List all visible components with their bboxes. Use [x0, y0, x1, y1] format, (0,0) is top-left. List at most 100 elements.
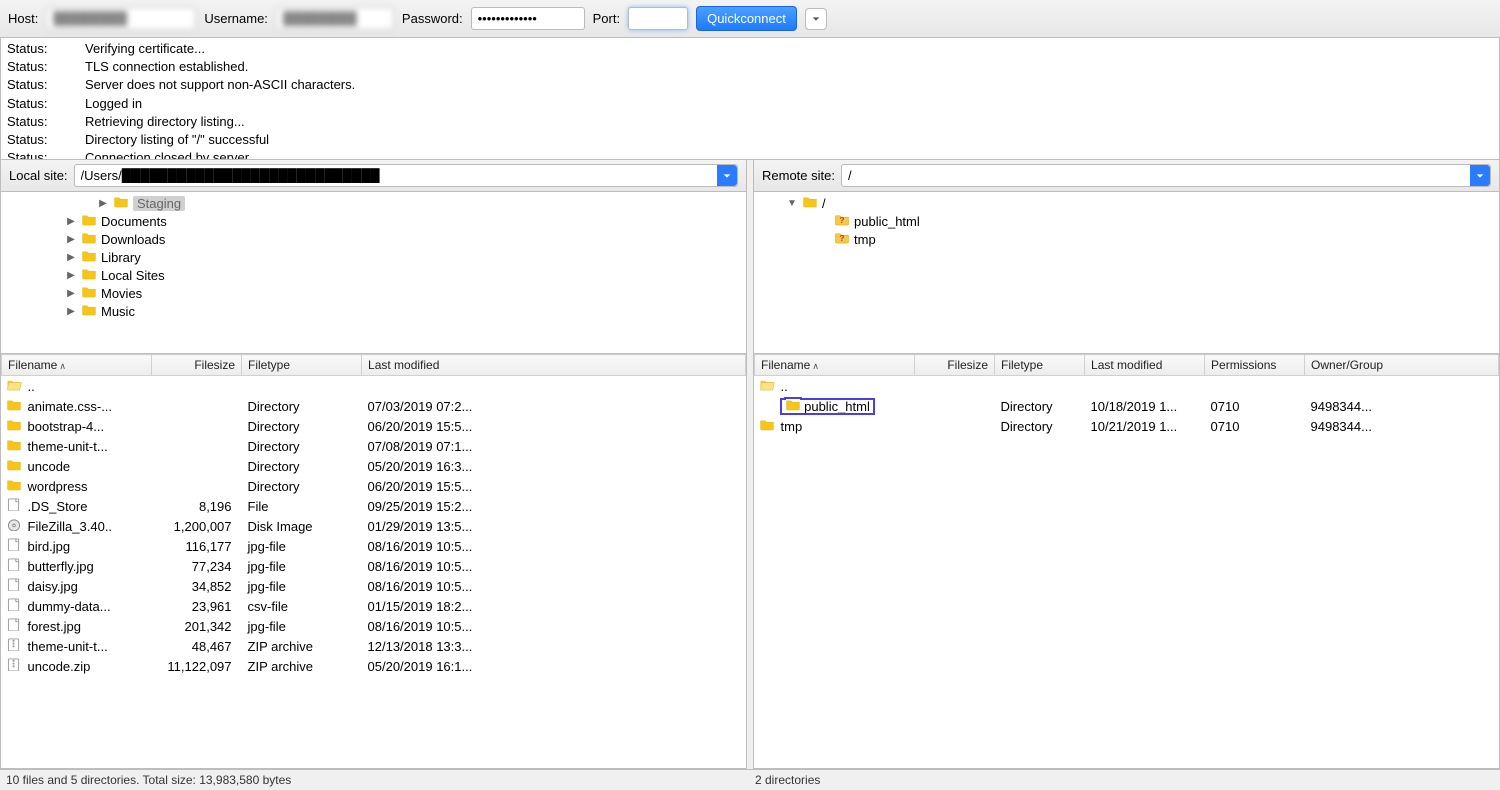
tree-item[interactable]: ▶Library [1, 248, 746, 266]
remote-filelist[interactable]: Filename∧ Filesize Filetype Last modifie… [754, 354, 1499, 768]
username-input[interactable] [276, 7, 394, 30]
status-row: Status:Server does not support non-ASCII… [7, 76, 1493, 94]
file-row[interactable]: butterfly.jpg 77,234 jpg-file 08/16/2019… [2, 556, 746, 576]
remote-site-label: Remote site: [762, 168, 835, 183]
file-icon [755, 376, 775, 397]
file-row[interactable]: theme-unit-t... 48,467 ZIP archive 12/13… [2, 636, 746, 656]
chevron-down-icon [1475, 171, 1485, 181]
file-icon [755, 396, 775, 416]
folder-icon [81, 267, 97, 283]
remote-site-combo[interactable] [841, 164, 1491, 187]
chevron-down-icon [722, 171, 732, 181]
folder-icon [113, 195, 129, 211]
chevron-down-icon [811, 14, 821, 24]
col-modified[interactable]: Last modified [362, 355, 746, 376]
status-row: Status:TLS connection established. [7, 58, 1493, 76]
status-row: Status:Directory listing of "/" successf… [7, 131, 1493, 149]
tree-item[interactable]: ▶Movies [1, 284, 746, 302]
col-modified[interactable]: Last modified [1085, 355, 1205, 376]
col-filename[interactable]: Filename∧ [755, 355, 915, 376]
status-log: Status:Verifying certificate...Status:TL… [0, 38, 1500, 160]
tree-item[interactable]: ▼/ [754, 194, 1499, 212]
status-row: Status:Verifying certificate... [7, 40, 1493, 58]
col-filesize[interactable]: Filesize [915, 355, 995, 376]
port-label: Port: [593, 11, 620, 26]
host-input[interactable] [46, 7, 196, 30]
local-tree[interactable]: ▶Staging▶Documents▶Downloads▶Library▶Loc… [1, 192, 746, 354]
file-icon [755, 416, 775, 436]
folder-icon [802, 195, 818, 211]
col-filetype[interactable]: Filetype [995, 355, 1085, 376]
file-row[interactable]: forest.jpg 201,342 jpg-file 08/16/2019 1… [2, 616, 746, 636]
col-filetype[interactable]: Filetype [242, 355, 362, 376]
file-icon [2, 616, 22, 636]
folder-icon [834, 213, 850, 229]
file-row[interactable]: animate.css-... Directory 07/03/2019 07:… [2, 396, 746, 416]
file-icon [2, 496, 22, 516]
tree-item[interactable]: public_html [754, 212, 1499, 230]
file-icon [2, 556, 22, 576]
tree-item[interactable]: ▶Staging [1, 194, 746, 212]
tree-item[interactable]: ▶Downloads [1, 230, 746, 248]
folder-icon [81, 285, 97, 301]
col-permissions[interactable]: Permissions [1205, 355, 1305, 376]
quickconnect-history-button[interactable] [805, 8, 827, 30]
file-row[interactable]: .. [755, 376, 1499, 397]
local-site-combo[interactable] [74, 164, 738, 187]
password-label: Password: [402, 11, 463, 26]
local-site-input[interactable] [75, 165, 717, 186]
local-pane: Local site: ▶Staging▶Documents▶Downloads… [0, 160, 747, 769]
status-row: Status:Retrieving directory listing... [7, 113, 1493, 131]
file-icon [2, 576, 22, 596]
file-row[interactable]: uncode.zip 11,122,097 ZIP archive 05/20/… [2, 656, 746, 676]
local-filelist[interactable]: Filename∧ Filesize Filetype Last modifie… [1, 354, 746, 768]
quickconnect-button[interactable]: Quickconnect [696, 6, 797, 31]
remote-site-dropdown[interactable] [1470, 165, 1490, 186]
file-icon [2, 456, 22, 476]
tree-item[interactable]: tmp [754, 230, 1499, 248]
file-icon [2, 396, 22, 416]
local-site-label: Local site: [9, 168, 68, 183]
remote-site-input[interactable] [842, 165, 1470, 186]
file-row[interactable]: tmp Directory 10/21/2019 1...07109498344… [755, 416, 1499, 436]
file-row[interactable]: wordpress Directory 06/20/2019 15:5... [2, 476, 746, 496]
file-row[interactable]: .. [2, 376, 746, 397]
host-label: Host: [8, 11, 38, 26]
col-filesize[interactable]: Filesize [152, 355, 242, 376]
col-owner[interactable]: Owner/Group [1305, 355, 1499, 376]
folder-icon [834, 231, 850, 247]
file-icon [2, 596, 22, 616]
col-filename[interactable]: Filename∧ [2, 355, 152, 376]
file-row[interactable]: daisy.jpg 34,852 jpg-file 08/16/2019 10:… [2, 576, 746, 596]
file-row[interactable]: dummy-data... 23,961 csv-file 01/15/2019… [2, 596, 746, 616]
folder-icon [81, 231, 97, 247]
file-icon [2, 476, 22, 496]
password-input[interactable] [471, 7, 585, 30]
file-icon [2, 376, 22, 397]
tree-item[interactable]: ▶Local Sites [1, 266, 746, 284]
username-label: Username: [204, 11, 268, 26]
tree-item[interactable]: ▶Documents [1, 212, 746, 230]
file-row[interactable]: theme-unit-t... Directory 07/08/2019 07:… [2, 436, 746, 456]
file-row[interactable]: bootstrap-4... Directory 06/20/2019 15:5… [2, 416, 746, 436]
remote-pane: Remote site: ▼/public_htmltmp Filename∧ … [753, 160, 1500, 769]
local-site-dropdown[interactable] [717, 165, 737, 186]
file-row[interactable]: public_html Directory 10/18/2019 1...071… [755, 396, 1499, 416]
status-row: Status:Logged in [7, 95, 1493, 113]
folder-icon [81, 249, 97, 265]
file-row[interactable]: FileZilla_3.40.. 1,200,007 Disk Image 01… [2, 516, 746, 536]
file-row[interactable]: bird.jpg 116,177 jpg-file 08/16/2019 10:… [2, 536, 746, 556]
status-row: Status:Connection closed by server [7, 149, 1493, 160]
file-row[interactable]: uncode Directory 05/20/2019 16:3... [2, 456, 746, 476]
file-icon [2, 636, 22, 656]
remote-tree[interactable]: ▼/public_htmltmp [754, 192, 1499, 354]
file-row[interactable]: .DS_Store 8,196 File 09/25/2019 15:2... [2, 496, 746, 516]
file-icon [2, 416, 22, 436]
folder-icon [81, 303, 97, 319]
tree-item[interactable]: ▶Music [1, 302, 746, 320]
connection-toolbar: Host: Username: Password: Port: Quickcon… [0, 0, 1500, 38]
port-input[interactable] [628, 7, 688, 30]
file-icon [2, 656, 22, 676]
file-icon [2, 516, 22, 536]
remote-site-bar: Remote site: [754, 160, 1499, 192]
